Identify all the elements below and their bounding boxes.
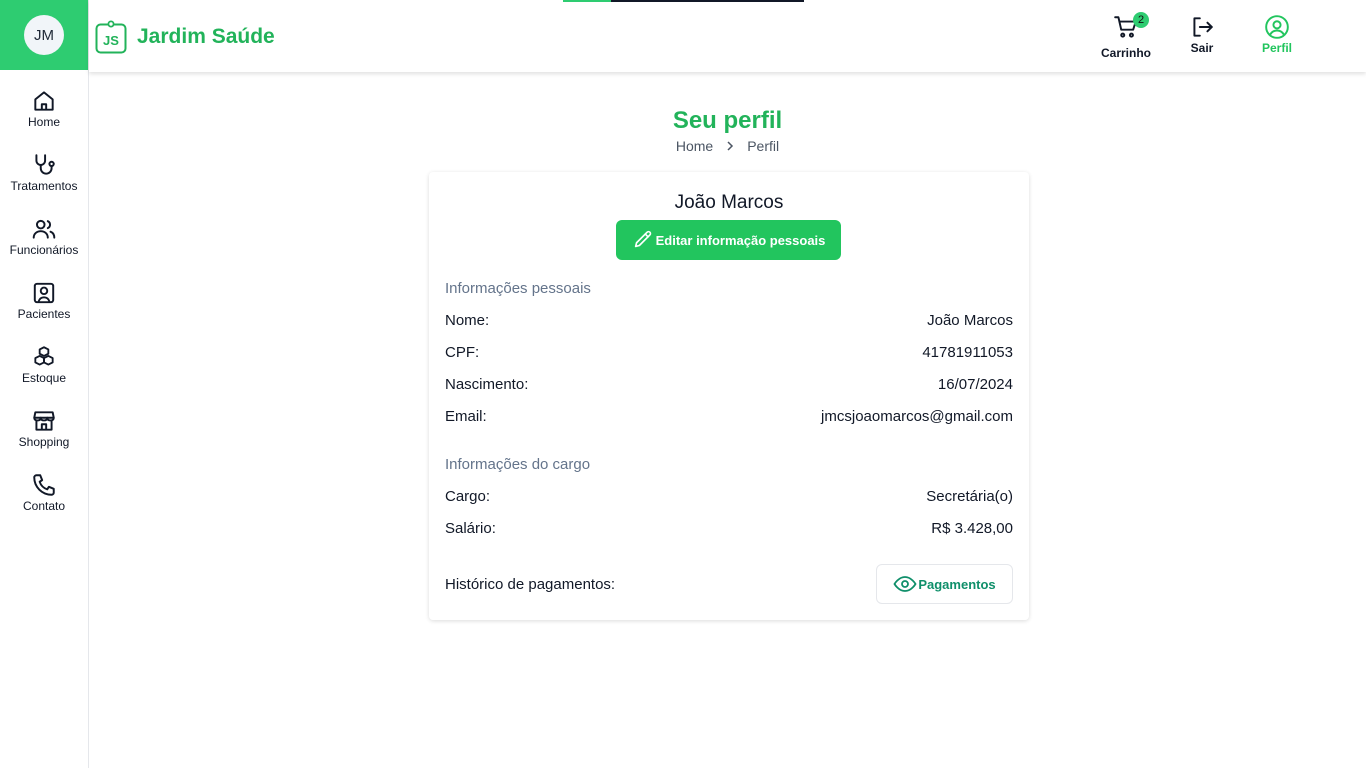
- sidebar-item-label: Funcionários: [9, 243, 79, 257]
- info-row-email: Email: jmcsjoaomarcos@gmail.com: [445, 408, 1013, 425]
- info-row-nascimento: Nascimento: 16/07/2024: [445, 376, 1013, 393]
- sidebar-item-label: Contato: [22, 499, 66, 513]
- top-header: JS Jardim Saúde 2 Carrinho Sair Perfil: [89, 0, 1366, 72]
- info-row-cpf: CPF: 41781911053: [445, 344, 1013, 361]
- brand[interactable]: JS Jardim Saúde: [95, 20, 275, 54]
- sidebar-item-label: Shopping: [18, 435, 70, 449]
- breadcrumb: Home Perfil: [89, 138, 1366, 154]
- personal-info-section-title: Informações pessoais: [445, 280, 591, 297]
- sidebar-item-label: Home: [27, 115, 60, 129]
- info-label: Nascimento:: [445, 376, 529, 393]
- job-info-section-title: Informações do cargo: [445, 456, 591, 473]
- sidebar-item-contato[interactable]: Contato: [0, 472, 88, 536]
- sidebar-item-funcionarios[interactable]: Funcionários: [0, 216, 88, 280]
- home-icon: [34, 91, 54, 111]
- phone-icon: [33, 474, 55, 496]
- logout-button[interactable]: Sair: [1189, 14, 1215, 55]
- info-value: 41781911053: [922, 344, 1013, 361]
- brand-logo-icon: JS: [95, 20, 127, 54]
- loading-progress-fill: [563, 0, 612, 2]
- info-value: jmcsjoaomarcos@gmail.com: [821, 408, 1013, 425]
- info-label: CPF:: [445, 344, 480, 361]
- sidebar-item-pacientes[interactable]: Pacientes: [0, 280, 88, 344]
- sidebar-header: JM: [0, 0, 88, 70]
- eye-icon: [893, 576, 917, 592]
- profile-button[interactable]: Perfil: [1262, 14, 1292, 55]
- page-title: Seu perfil: [672, 107, 783, 134]
- info-label: Nome:: [445, 312, 490, 329]
- info-value: Secretária(o): [926, 488, 1013, 505]
- app: JM Home Tratamentos Funcionários Pacient…: [0, 0, 1366, 768]
- logout-label: Sair: [1190, 41, 1214, 55]
- users-icon: [32, 219, 56, 239]
- profile-label: Perfil: [1262, 41, 1293, 55]
- avatar[interactable]: JM: [24, 15, 64, 55]
- breadcrumb-home-link[interactable]: Home: [676, 138, 713, 154]
- sidebar-item-label: Estoque: [21, 371, 67, 385]
- sidebar-item-tratamentos[interactable]: Tratamentos: [0, 152, 88, 216]
- cart-label: Carrinho: [1101, 46, 1152, 60]
- info-value: 16/07/2024: [937, 376, 1013, 393]
- edit-personal-info-button[interactable]: Editar informação pessoais: [616, 220, 841, 260]
- cart-count-badge: 2: [1133, 12, 1149, 28]
- info-row-cargo: Cargo: Secretária(o): [445, 488, 1013, 505]
- info-label: Email:: [445, 408, 487, 425]
- svg-text:JS: JS: [103, 33, 119, 48]
- info-value: João Marcos: [927, 312, 1013, 329]
- loading-progress-bar: [563, 0, 804, 2]
- info-row-nome: Nome: João Marcos: [445, 312, 1013, 329]
- sidebar: JM Home Tratamentos Funcionários Pacient…: [0, 0, 89, 768]
- info-row-salario: Salário: R$ 3.428,00: [445, 520, 1013, 537]
- payments-history-row: Histórico de pagamentos:: [445, 576, 865, 593]
- payments-button-label: Pagamentos: [918, 576, 996, 592]
- user-circle-icon: [1265, 15, 1289, 39]
- payments-button[interactable]: Pagamentos: [876, 564, 1013, 604]
- logout-icon: [1193, 17, 1213, 37]
- info-label: Cargo:: [445, 488, 491, 505]
- payments-history-label: Histórico de pagamentos:: [445, 576, 616, 593]
- profile-card: João Marcos Editar informação pessoais I…: [429, 172, 1029, 620]
- edit-button-label: Editar informação pessoais: [655, 232, 826, 248]
- profile-name: João Marcos: [674, 192, 784, 213]
- stethoscope-icon: [35, 154, 55, 175]
- info-label: Salário:: [445, 520, 496, 537]
- cart-button[interactable]: 2 Carrinho: [1101, 12, 1152, 60]
- sidebar-nav: Home Tratamentos Funcionários Pacientes: [0, 88, 88, 536]
- info-value: R$ 3.428,00: [931, 520, 1013, 537]
- breadcrumb-current: Perfil: [747, 138, 780, 154]
- patient-icon: [33, 282, 55, 304]
- sidebar-item-label: Pacientes: [17, 307, 71, 321]
- sidebar-item-label: Tratamentos: [10, 179, 78, 193]
- chevron-right-icon: [725, 138, 735, 154]
- store-icon: [33, 411, 55, 431]
- boxes-icon: [34, 346, 54, 366]
- sidebar-item-shopping[interactable]: Shopping: [0, 408, 88, 472]
- sidebar-item-estoque[interactable]: Estoque: [0, 344, 88, 408]
- brand-name: Jardim Saúde: [137, 25, 275, 48]
- sidebar-item-home[interactable]: Home: [0, 88, 88, 152]
- pencil-icon: [634, 230, 651, 248]
